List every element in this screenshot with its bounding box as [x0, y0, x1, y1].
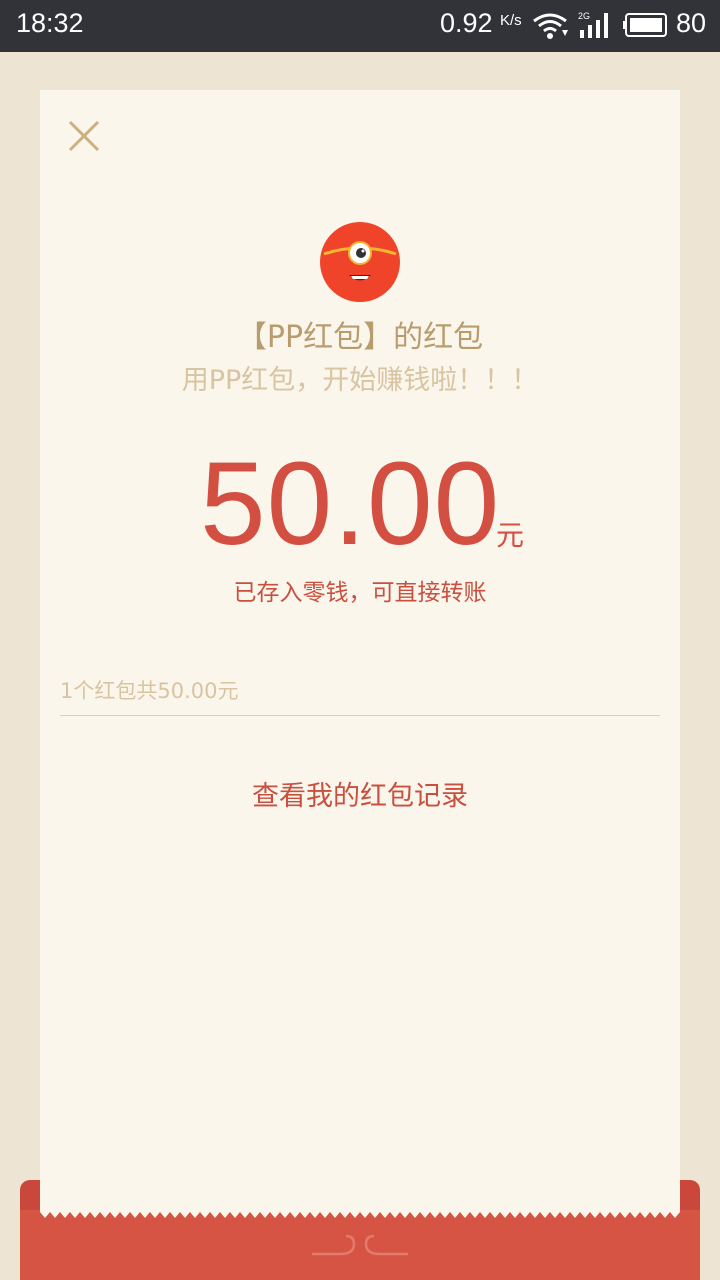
packet-amount: 50.00 — [200, 438, 501, 570]
pp-mascot-icon — [320, 222, 400, 302]
status-time: 18:32 — [16, 8, 84, 38]
packet-title: 【PP红包】的红包 — [236, 320, 484, 355]
status-bar: 18:32 0.92 K/s 2G 80 — [0, 0, 720, 52]
battery-icon — [623, 13, 669, 41]
divider — [60, 715, 660, 716]
deposit-note: 已存入零钱，可直接转账 — [233, 580, 487, 606]
envelope-seal-icon — [312, 1234, 408, 1256]
battery-level: 80 — [676, 8, 707, 38]
network-speed: 0.92 — [440, 8, 493, 38]
network-speed-unit: K/s — [500, 12, 522, 29]
close-icon[interactable] — [64, 116, 104, 156]
amount-unit: 元 — [496, 519, 525, 552]
signal-2g-icon: 2G — [578, 10, 614, 44]
wifi-icon — [532, 12, 568, 44]
packet-summary: 1个红包共50.00元 — [60, 679, 239, 703]
view-records-link[interactable]: 查看我的红包记录 — [40, 774, 680, 813]
svg-text:2G: 2G — [578, 11, 590, 21]
red-packet-card: 【PP红包】的红包 用PP红包，开始赚钱啦！！！ 50.00 元 已存入零钱，可… — [40, 90, 680, 1220]
packet-subtitle: 用PP红包，开始赚钱啦！！！ — [181, 365, 539, 396]
torn-edge — [40, 1208, 680, 1218]
